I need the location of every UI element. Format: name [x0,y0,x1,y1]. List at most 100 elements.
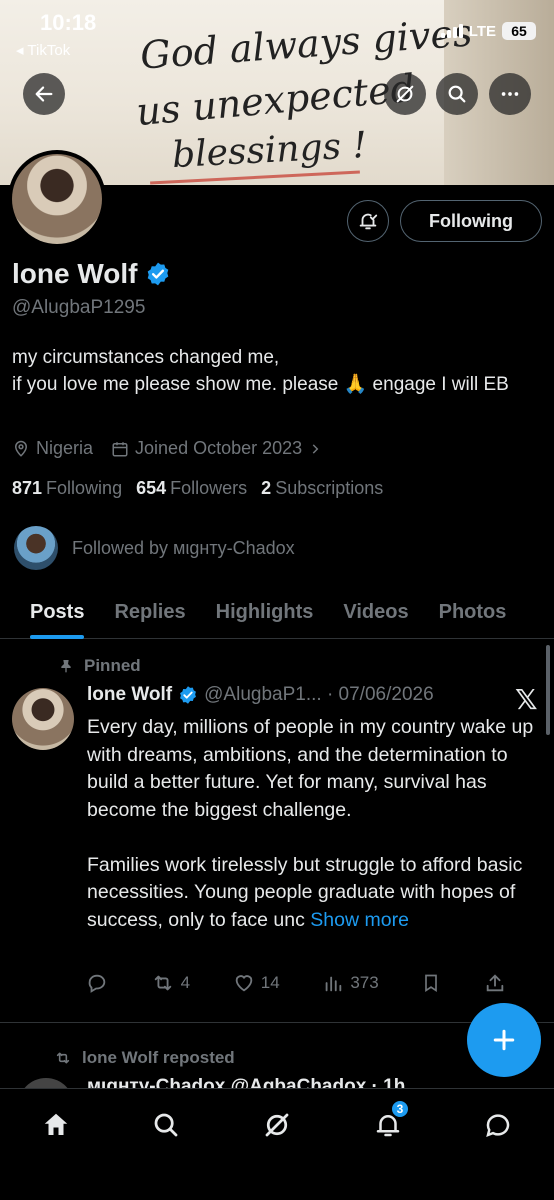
nav-messages[interactable] [478,1105,518,1145]
profile-bio: my circumstances changed me, if you love… [12,344,542,398]
status-right: LTE 65 [440,22,536,40]
reply-icon [88,974,106,993]
location-text: Nigeria [36,438,94,458]
nav-notifications[interactable]: 3 [368,1099,410,1145]
bottom-navigation: 3 [0,1088,554,1200]
calendar-icon [112,441,128,456]
network-label: LTE [468,22,496,40]
tab-posts[interactable]: Posts [30,585,85,639]
nav-home[interactable] [36,1105,76,1145]
tab-videos[interactable]: Videos [343,585,408,639]
banner-text-line1: God always gives [138,10,474,78]
subscriptions-stat[interactable]: 2 Subscriptions [261,478,383,499]
chat-bubble-icon [486,1114,510,1138]
followed-by-text: Followed by мιgнтy-Chadox [72,537,295,558]
like-button[interactable]: 14 [233,972,280,994]
more-horizontal-icon [501,92,519,96]
following-label: Following [46,478,123,498]
profile-stats: 871 Following 654 Followers 2 Subscriptions [12,478,383,499]
tab-replies[interactable]: Replies [114,585,185,639]
nav-search[interactable] [146,1105,186,1145]
notifications-badge: 3 [390,1099,410,1119]
search-button[interactable] [436,73,478,115]
follower-avatar [14,526,58,570]
profile-meta: Nigeria Joined October 2023 [12,438,322,459]
status-time: 10:18 [40,10,97,35]
profile-tabs: Posts Replies Highlights Videos Photos [0,585,554,639]
followers-label: Followers [170,478,248,498]
following-button[interactable]: Following [400,200,542,242]
verified-badge-icon[interactable] [145,261,171,287]
repost-button[interactable]: 4 [151,972,190,994]
subscriptions-count: 2 [261,478,272,498]
repost-icon [154,975,171,991]
verified-badge-icon [180,686,197,704]
joined-date[interactable]: Joined October 2023 [111,438,322,459]
tweet-header: lone Wolf @AlugbaP1... · 07/06/2026 [87,684,434,706]
show-more-link[interactable]: Show more [310,909,409,931]
tweet-paragraph: Every day, millions of people in my coun… [87,716,534,821]
repost-count: 4 [180,973,191,992]
grok-icon [265,1113,289,1137]
bell-check-icon [359,213,378,230]
bookmark-button[interactable] [421,972,441,994]
scrollbar[interactable] [546,645,550,735]
grok-icon [396,85,414,103]
views-button[interactable]: 373 [322,972,379,994]
compose-post-button[interactable] [467,1003,541,1077]
reposted-text: lone Wolf reposted [82,1048,235,1067]
plus-icon [493,1029,515,1051]
tweet-author-name[interactable]: lone Wolf [87,684,172,706]
followed-by[interactable]: Followed by мιgнтy-Chadox [14,526,295,570]
tweet-actions: 4 14 373 [86,972,506,994]
banner-text-line2: us unexpected [134,65,417,135]
arrow-left-icon [35,86,53,102]
grok-button[interactable] [384,73,426,115]
search-icon [448,85,466,103]
home-icon [44,1113,68,1135]
back-button[interactable] [23,73,65,115]
repost-icon [56,1052,70,1064]
reposted-label: lone Wolf reposted [54,1048,235,1068]
tweet-author-avatar[interactable] [12,688,74,750]
battery-icon: 65 [502,22,536,40]
like-count: 14 [260,973,280,992]
chevron-right-icon [312,443,319,454]
tweet-handle-date: @AlugbaP1... · 07/06/2026 [204,684,434,705]
location: Nigeria [12,438,93,459]
avatar-image [12,154,102,244]
search-icon [154,1113,178,1137]
pinned-label: Pinned [58,656,141,676]
tab-photos[interactable]: Photos [439,585,507,639]
reply-button[interactable] [86,972,108,994]
tweet-paragraph: Families work tirelessly but struggle to… [87,852,537,935]
tweet-paragraph-text: Families work tirelessly but struggle to… [87,853,523,931]
profile-name: lone Wolf [12,258,171,290]
pinned-text: Pinned [84,656,141,675]
location-pin-icon [14,440,28,457]
pin-icon [61,660,71,673]
signal-icon [440,24,463,38]
following-stat[interactable]: 871 Following [12,478,122,499]
following-count: 871 [12,478,43,498]
notifications-toggle-button[interactable] [347,200,389,242]
bio-line: my circumstances changed me, [12,347,280,368]
profile-handle: @AlugbaP1295 [12,297,146,318]
tab-highlights[interactable]: Highlights [216,585,314,639]
profile-avatar[interactable] [8,150,106,248]
bookmark-icon [425,974,438,993]
share-icon [486,974,504,992]
followers-count: 654 [136,478,167,498]
x-logo-icon[interactable]: 𝕏 [515,683,538,716]
more-options-button[interactable] [489,73,531,115]
nav-grok[interactable] [257,1105,297,1145]
joined-text: Joined October 2023 [135,438,303,458]
heart-icon [235,975,253,992]
share-button[interactable] [484,972,506,994]
banner-text-line3: blessings ! [171,124,368,177]
tweet-body[interactable]: Every day, millions of people in my coun… [87,714,537,934]
views-chart-icon [325,976,342,992]
back-to-app-link[interactable]: ◂ TikTok [16,41,70,59]
bio-line: if you love me please show me. please 🙏 … [12,374,509,395]
followers-stat[interactable]: 654 Followers [136,478,247,499]
